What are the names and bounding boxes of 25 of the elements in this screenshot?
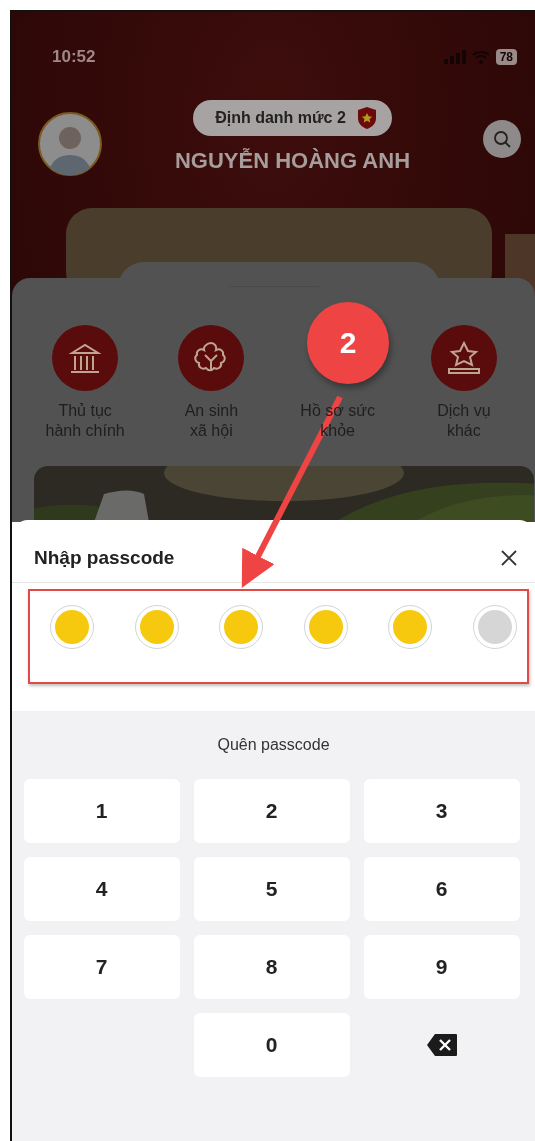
digit-key[interactable]: 7 [23, 935, 180, 999]
digit-key[interactable]: 4 [23, 857, 180, 921]
user-name: NGUYỄN HOÀNG ANH [174, 148, 411, 174]
digit-key[interactable]: 0 [193, 1013, 350, 1077]
digit-key[interactable]: 3 [363, 779, 520, 843]
sheet-title: Nhập passcode [34, 547, 175, 569]
digit-key[interactable]: 9 [363, 935, 520, 999]
digit-key[interactable]: 6 [363, 857, 520, 921]
building-icon[interactable] [52, 325, 119, 392]
forgot-passcode-link[interactable]: Quên passcode [211, 735, 336, 755]
digit-key[interactable]: 8 [193, 935, 350, 999]
backspace-icon [425, 1033, 458, 1057]
search-button[interactable] [483, 120, 521, 158]
search-icon [493, 130, 511, 148]
status-time: 10:52 [52, 47, 96, 67]
signal-icon [443, 50, 466, 64]
wifi-icon [471, 50, 490, 64]
digit-key[interactable]: 2 [193, 779, 350, 843]
avatar[interactable] [38, 112, 102, 176]
digit-key[interactable]: 1 [23, 779, 180, 843]
battery-level: 78 [495, 49, 517, 65]
digit-key[interactable]: 5 [193, 857, 350, 921]
level-label: Định danh mức 2 [215, 109, 346, 127]
shield-star-icon [355, 106, 378, 130]
flower-icon[interactable] [178, 325, 245, 392]
